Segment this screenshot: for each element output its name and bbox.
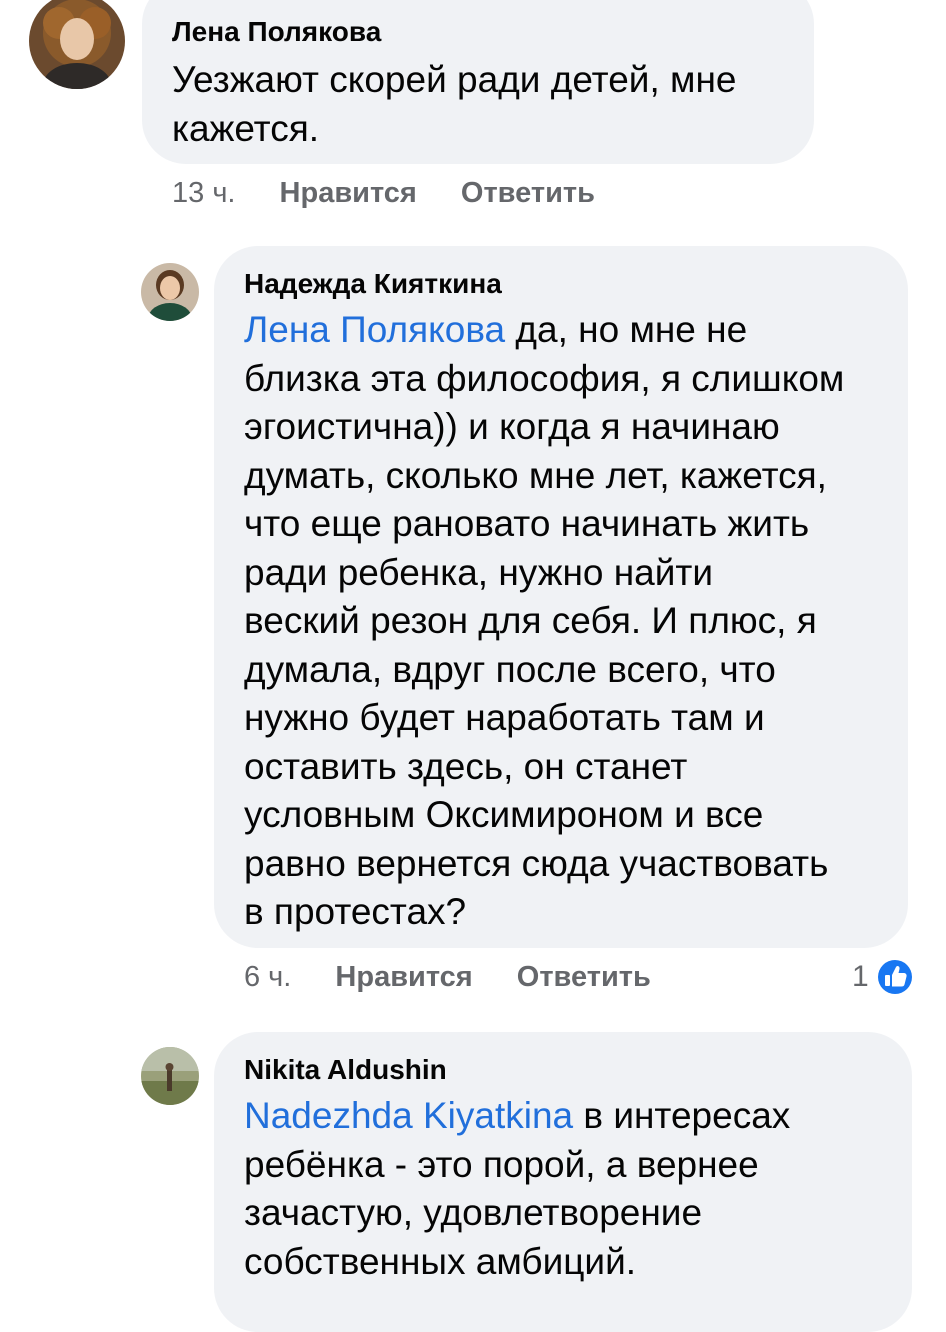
avatar-nikita[interactable]: [141, 1047, 199, 1105]
comment-author[interactable]: Nikita Aldushin: [244, 1052, 912, 1088]
comment-nikita: Nikita Aldushin Nadezhda Kiyatkina в инт…: [0, 0, 946, 1332]
comment-bubble: Nikita Aldushin Nadezhda Kiyatkina в инт…: [214, 1032, 912, 1332]
avatar-nikita-image: [141, 1047, 199, 1105]
comment-text: Nadezhda Kiyatkina в интересах ребёнка -…: [244, 1092, 912, 1286]
mention-link[interactable]: Nadezhda Kiyatkina: [244, 1095, 573, 1136]
